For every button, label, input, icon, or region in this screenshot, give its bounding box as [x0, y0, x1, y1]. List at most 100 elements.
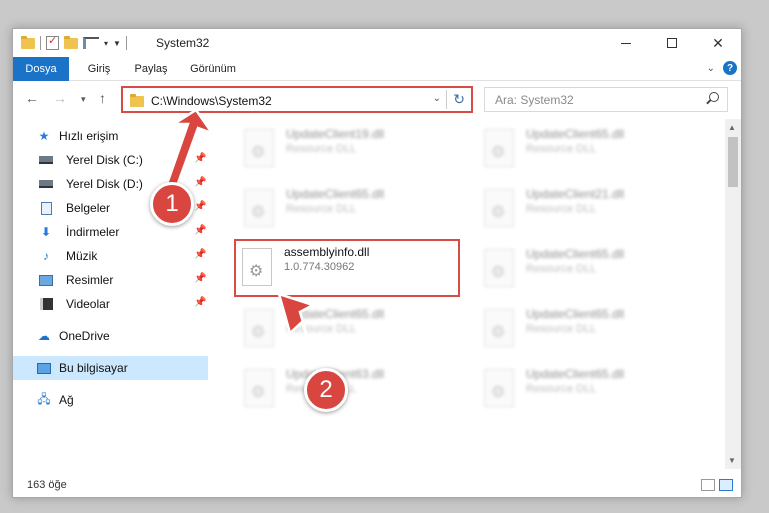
scroll-down-icon[interactable]: ▼ [728, 456, 736, 465]
dll-file-icon [244, 189, 274, 227]
customize-toolbar-icon[interactable]: ▼ [113, 39, 121, 48]
navigation-bar: ← → ▾ ↑ C:\Windows\System32 ⌄ ↻ Ara: Sys… [13, 82, 741, 116]
pictures-icon [39, 273, 53, 287]
sidebar-item-label: Resimler [66, 273, 114, 287]
sidebar-item-pictures[interactable]: Resimler 📌 [13, 268, 208, 292]
address-path[interactable]: C:\Windows\System32 [151, 94, 272, 108]
videos-icon [39, 297, 53, 311]
dll-file-icon [244, 129, 274, 167]
pin-icon[interactable]: 📌 [194, 297, 206, 308]
ribbon-controls: ⌄ ? [707, 61, 737, 75]
toolbar-divider [40, 36, 41, 50]
folder-icon [21, 35, 35, 49]
forward-arrow-icon[interactable]: → [53, 90, 67, 106]
quick-access-toolbar: ▾ ▼ [21, 34, 127, 51]
drive-icon [39, 153, 53, 167]
tiles-view-icon[interactable] [719, 479, 733, 491]
step-1-badge: 1 [150, 182, 194, 226]
pin-icon[interactable]: 📌 [194, 153, 206, 164]
file-item[interactable]: UpdateClient65.dll Resource DLL [478, 243, 688, 293]
window-controls: ✕ [603, 29, 741, 57]
sidebar-item-videos[interactable]: Videolar 📌 [13, 292, 208, 316]
file-item[interactable]: UpdateClient65.dll Resource DLL [238, 183, 448, 233]
help-icon[interactable]: ? [723, 61, 737, 75]
file-item[interactable]: UpdateClient65.dll Resource DLL [478, 123, 688, 173]
file-description: Resource DLL [286, 143, 357, 155]
up-arrow-icon[interactable]: ↑ [99, 90, 106, 106]
file-name: UpdateClient65.dll [526, 247, 625, 261]
network-icon: 🖧 [37, 391, 51, 406]
properties-icon[interactable] [46, 34, 59, 50]
tab-home[interactable]: Giriş [79, 57, 119, 81]
tab-share[interactable]: Paylaş [129, 57, 173, 81]
sidebar-item-onedrive[interactable]: ☁ OneDrive [13, 324, 208, 348]
file-description: Resource DLL [286, 323, 357, 335]
sidebar-item-label: Videolar [66, 297, 110, 311]
recent-locations-icon[interactable]: ▾ [81, 94, 86, 105]
file-name: UpdateClient65.dll [286, 307, 385, 321]
back-arrow-icon[interactable]: ← [25, 90, 39, 106]
dll-file-icon [484, 249, 514, 287]
file-description: Resource DLL [526, 263, 597, 275]
file-name: UpdateClient65.dll [526, 367, 625, 381]
close-button[interactable]: ✕ [695, 29, 741, 57]
dll-file-icon [484, 369, 514, 407]
toolbar-divider [125, 36, 127, 50]
maximize-icon [667, 38, 677, 48]
sidebar-item-local-disk-c[interactable]: Yerel Disk (C:) 📌 [13, 148, 208, 172]
file-item[interactable]: UpdateClient65.dll Resource DLL [238, 303, 448, 353]
pin-icon[interactable]: 📌 [194, 177, 206, 188]
pin-icon[interactable]: 📌 [194, 249, 206, 260]
file-item[interactable]: UpdateClient21.dll Resource DLL [478, 183, 688, 233]
address-bar[interactable]: C:\Windows\System32 ⌄ ↻ [121, 86, 473, 113]
pin-icon[interactable]: 📌 [194, 225, 206, 236]
close-icon: ✕ [712, 34, 724, 51]
file-item[interactable]: UpdateClient65.dll Resource DLL [478, 363, 688, 413]
vertical-scrollbar[interactable]: ▲ ▼ [725, 119, 741, 469]
view-icon[interactable] [83, 37, 99, 49]
tab-file[interactable]: Dosya [13, 57, 69, 81]
explorer-window: ▾ ▼ System32 ✕ Dosya Giriş Paylaş Görünü… [12, 28, 742, 498]
folder-icon [130, 94, 144, 107]
sidebar-item-quick-access[interactable]: ★ Hızlı erişim [13, 124, 208, 148]
minimize-button[interactable] [603, 29, 649, 57]
cloud-icon: ☁ [38, 329, 50, 343]
sidebar-item-label: Ağ [59, 393, 74, 407]
search-input[interactable]: Ara: System32 [495, 93, 574, 107]
sidebar-item-music[interactable]: ♪ Müzik 📌 [13, 244, 208, 268]
new-folder-icon[interactable] [64, 35, 78, 49]
item-count: 163 öğe [27, 479, 67, 491]
file-item-assemblyinfo[interactable]: assemblyinfo.dll 1.0.774.30962 [234, 239, 460, 297]
file-description: Resource DLL [526, 383, 597, 395]
search-box[interactable]: Ara: System32 [484, 87, 728, 112]
pin-icon[interactable]: 📌 [194, 201, 206, 212]
file-item[interactable]: UpdateClient19.dll Resource DLL [238, 123, 448, 173]
sidebar-item-this-pc[interactable]: Bu bilgisayar [13, 356, 208, 380]
sidebar-item-label: Yerel Disk (C:) [66, 153, 143, 167]
chevron-down-icon[interactable]: ⌄ [433, 93, 441, 104]
chevron-down-icon[interactable]: ▾ [104, 39, 108, 48]
sidebar-item-label: Hızlı erişim [59, 129, 119, 143]
file-description: Resource DLL [526, 203, 597, 215]
scroll-up-icon[interactable]: ▲ [728, 123, 736, 132]
expand-ribbon-icon[interactable]: ⌄ [707, 63, 715, 74]
file-name: UpdateClient65.dll [286, 187, 385, 201]
sidebar-item-label: OneDrive [59, 329, 110, 343]
search-icon[interactable] [709, 92, 719, 102]
refresh-icon[interactable]: ↻ [453, 91, 465, 108]
pin-icon[interactable]: 📌 [194, 273, 206, 284]
dll-file-icon [484, 189, 514, 227]
maximize-button[interactable] [649, 29, 695, 57]
file-name: UpdateClient65.dll [526, 307, 625, 321]
scroll-thumb[interactable] [728, 137, 738, 187]
file-item[interactable]: UpdateClient65.dll Resource DLL [478, 303, 688, 353]
navigation-pane: ★ Hızlı erişim Yerel Disk (C:) 📌 Yerel D… [13, 119, 208, 469]
documents-icon [39, 201, 53, 215]
file-description: Resource DLL [526, 323, 597, 335]
sidebar-item-label: Belgeler [66, 201, 111, 215]
sidebar-item-network[interactable]: 🖧 Ağ [13, 388, 208, 412]
tab-view[interactable]: Görünüm [185, 57, 241, 81]
minimize-icon [621, 42, 631, 44]
details-view-icon[interactable] [701, 479, 715, 491]
file-description: Resource DLL [286, 203, 357, 215]
